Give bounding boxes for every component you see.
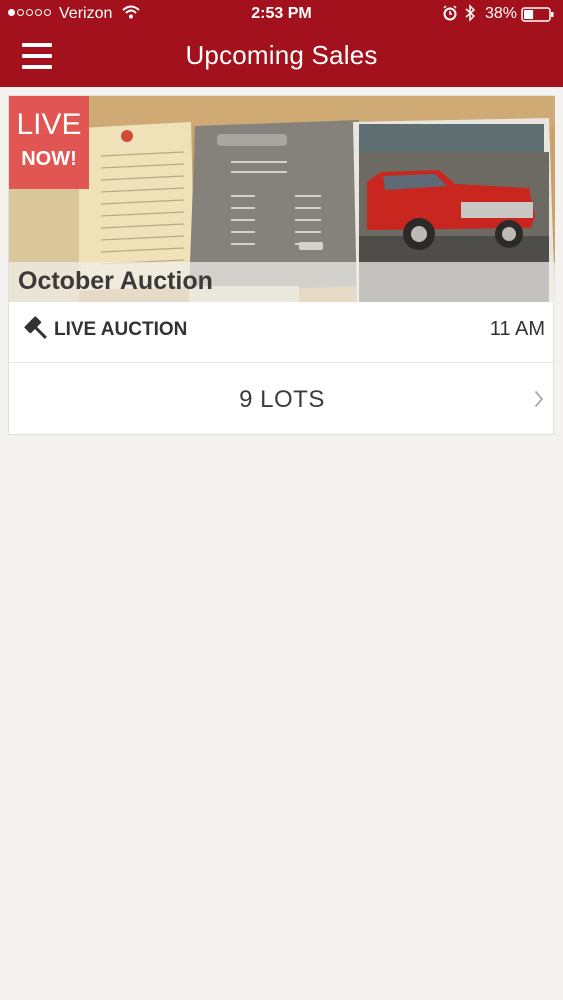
page-title: Upcoming Sales (185, 40, 378, 70)
bluetooth-icon (464, 4, 476, 27)
battery-percent: 38% (485, 5, 518, 22)
sale-card[interactable]: LIVE NOW! October Auction LIVE AUCTION 1… (8, 95, 555, 435)
status-bar: Verizon 2:53 PM 38% (0, 0, 563, 30)
status-time: 2:53 PM (251, 5, 312, 22)
view-lots-button[interactable]: 9 LOTS (9, 363, 555, 435)
lots-count: 9 LOTS (239, 386, 325, 413)
app-header: Verizon 2:53 PM 38% Upcoming Sales (0, 0, 563, 87)
auction-start-time: 11 AM (489, 318, 545, 340)
chevron-right-icon (534, 390, 544, 413)
alarm-icon (442, 5, 458, 26)
badge-now-text: NOW! (21, 148, 77, 170)
auction-title[interactable]: October Auction (18, 267, 213, 296)
auction-info-row: LIVE AUCTION 11 AM (9, 302, 555, 363)
sale-image[interactable]: LIVE NOW! October Auction (9, 96, 555, 302)
gavel-icon (23, 315, 49, 346)
badge-live-text: LIVE (16, 108, 82, 141)
battery-icon (521, 7, 555, 27)
auction-type-label: LIVE AUCTION (54, 319, 188, 340)
live-now-badge: LIVE NOW! (9, 96, 89, 189)
